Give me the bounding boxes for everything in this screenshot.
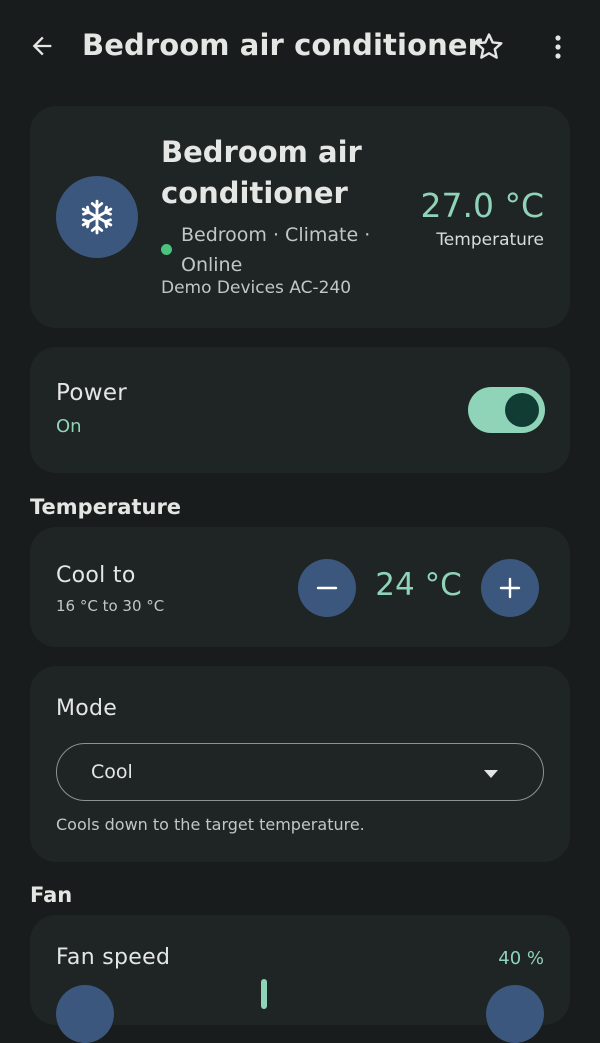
decrease-temperature-button[interactable] [298,559,356,617]
power-label: Power [56,380,128,406]
more-options-button[interactable] [546,30,570,64]
power-state: On [56,416,82,437]
fan-speed-card: Fan speed 40 % [30,915,570,1043]
favorite-button[interactable] [472,30,506,64]
star-outline-icon [475,33,503,59]
mode-selected-value: Cool [91,761,133,783]
fan-speed-increase-button[interactable] [486,985,544,1043]
online-status-dot [161,244,172,255]
section-header-fan: Fan [30,883,73,907]
mode-card: Mode Cool Cools down to the target tempe… [30,666,570,862]
mode-description: Cools down to the target temperature. [56,815,365,834]
current-temperature-label: Temperature [436,230,544,250]
device-header-card: Bedroom air conditioner Bedroom · Climat… [30,106,570,328]
minus-icon [316,586,338,590]
back-button[interactable] [26,30,58,62]
more-vert-icon [555,35,561,59]
fan-speed-slider-thumb[interactable] [261,979,267,1009]
toggle-knob [505,393,539,427]
cool-to-card: Cool to 16 °C to 30 °C 24 °C [30,527,570,647]
cool-to-range: 16 °C to 30 °C [56,597,165,615]
increase-temperature-button[interactable] [481,559,539,617]
device-model: Demo Devices AC-240 [161,278,352,298]
arrow-back-icon [32,36,52,56]
page-title: Bedroom air conditioner [82,28,483,62]
mode-label: Mode [56,696,118,721]
power-toggle[interactable] [468,387,545,433]
device-icon-avatar [56,176,138,258]
dropdown-arrow-icon [484,770,498,778]
top-app-bar: Bedroom air conditioner [0,0,600,96]
current-temperature-value: 27.0 °C [420,186,544,225]
device-location: Bedroom · Climate · Online [181,224,371,276]
power-card: Power On [30,347,570,473]
fan-speed-decrease-button[interactable] [56,985,114,1043]
target-temperature-value: 24 °C [375,567,462,603]
fan-speed-label: Fan speed [56,945,171,970]
cool-to-label: Cool to [56,563,136,588]
plus-icon [499,577,521,599]
device-name: Bedroom air conditioner [161,135,362,210]
fan-speed-value: 40 % [498,948,544,969]
section-header-temperature: Temperature [30,495,182,519]
mode-dropdown[interactable]: Cool [56,743,544,801]
snowflake-icon [81,199,113,235]
